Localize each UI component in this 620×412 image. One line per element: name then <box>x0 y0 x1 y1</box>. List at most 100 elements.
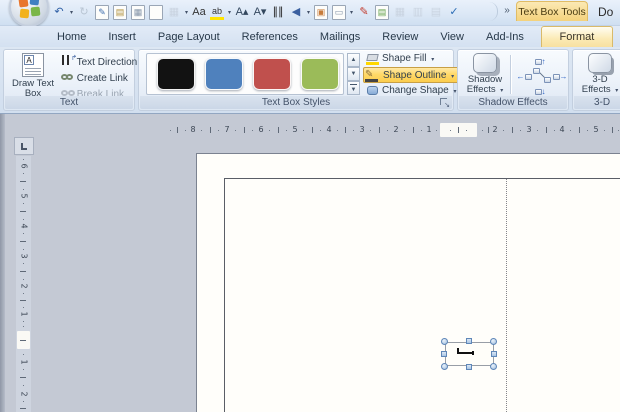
shadow-effects-button[interactable]: Shadow Effects <box>462 52 508 98</box>
shape-arrow-icon[interactable]: ◀ <box>289 4 303 20</box>
ruler-dot <box>23 326 24 327</box>
document-icon[interactable]: ▤ <box>429 4 443 20</box>
shape-arrow-icon-dropdown[interactable]: ▾ <box>305 9 312 16</box>
style-swatch-blue[interactable] <box>205 58 243 90</box>
tab-review[interactable]: Review <box>371 27 429 48</box>
distribute-icon[interactable]: ∥∥ <box>271 4 285 20</box>
3d-effects-button[interactable]: 3-D Effects <box>577 52 620 98</box>
textbox-handle-bottom-left[interactable] <box>441 363 448 370</box>
ruler-dot <box>23 321 24 322</box>
ruler-tick <box>579 127 580 133</box>
textbox-handle-top-left[interactable] <box>441 338 448 345</box>
ruler-tick <box>20 181 26 182</box>
style-swatch-green[interactable] <box>301 58 339 90</box>
change-case-icon[interactable]: Aa <box>192 4 206 20</box>
highlight-icon-dropdown[interactable]: ▾ <box>226 9 233 16</box>
tab-home[interactable]: Home <box>46 27 97 48</box>
print-icon[interactable]: ▦ <box>131 4 145 20</box>
shrink-font-icon[interactable]: A▾ <box>253 4 267 20</box>
textbox-handle-bottom[interactable] <box>466 364 472 370</box>
textbox-handle-bottom-right[interactable] <box>490 363 497 370</box>
undo-icon[interactable]: ↶ <box>52 4 66 20</box>
ruler-tick <box>244 127 245 133</box>
undo-icon-dropdown[interactable]: ▾ <box>68 9 75 16</box>
ruler-tick <box>20 271 26 272</box>
tab-add-ins[interactable]: Add-Ins <box>475 27 535 48</box>
tab-insert[interactable]: Insert <box>97 27 147 48</box>
create-link-icon <box>60 71 74 86</box>
table-icon-dropdown[interactable]: ▾ <box>183 9 190 16</box>
spelling-check-icon[interactable]: ✓ <box>447 4 461 20</box>
ruler-num: 5 <box>19 193 29 199</box>
nudge-shadow-left-button[interactable]: ← <box>514 68 534 83</box>
document-area: 8 7 6 5 4 3 2 1 2 3 4 5 6 5 4 3 2 1 1 2 <box>0 114 620 412</box>
ruler-dot <box>303 130 304 131</box>
insert-rows-icon[interactable]: ▦ <box>393 4 407 20</box>
nudge-shadow-right-button[interactable]: → <box>550 68 570 83</box>
print-preview-icon[interactable]: ▤ <box>113 4 127 20</box>
picture-icon[interactable]: ▣ <box>314 4 328 20</box>
ruler-dot <box>201 130 202 131</box>
grow-font-icon[interactable]: A▴ <box>235 4 249 20</box>
ruler-num: 1 <box>426 125 432 134</box>
ruler-num: 2 <box>19 391 29 397</box>
dialog-launcher-icon[interactable] <box>440 98 450 109</box>
selected-text-box[interactable] <box>445 342 494 366</box>
highlight-icon[interactable]: ab <box>210 5 224 20</box>
tab-mailings[interactable]: Mailings <box>309 27 371 48</box>
gallery-more-button[interactable]: ▼ <box>347 81 360 95</box>
group-text: A Draw Text Box Text Direction Create Li… <box>3 49 137 111</box>
new-document-icon[interactable] <box>149 4 163 20</box>
notes-icon[interactable]: ▤ <box>375 4 389 20</box>
group-label-shadow-effects: Shadow Effects <box>459 96 567 109</box>
edit-document-icon[interactable]: ✎ <box>95 4 109 20</box>
ruler-dot <box>554 130 555 131</box>
group-label-text: Text <box>5 96 133 109</box>
textbox-handle-left[interactable] <box>441 351 447 357</box>
textbox-handle-top[interactable] <box>466 338 472 344</box>
office-logo-square <box>18 0 29 8</box>
tab-page-layout[interactable]: Page Layout <box>147 27 231 48</box>
ruler-dot <box>23 263 24 264</box>
office-button[interactable] <box>9 0 49 27</box>
text-frame-icon[interactable]: ▭ <box>332 4 346 20</box>
ribbon: A Draw Text Box Text Direction Create Li… <box>0 47 620 114</box>
shape-fill-button[interactable]: Shape Fill <box>365 51 453 67</box>
qat-endcap <box>488 2 498 21</box>
text-frame-icon-dropdown[interactable]: ▾ <box>348 9 355 16</box>
textbox-handle-top-right[interactable] <box>490 338 497 345</box>
gallery-scroll: ▲ ▼ ▼ <box>347 53 361 96</box>
shape-outline-button[interactable]: ✎ Shape Outline <box>363 67 459 83</box>
quick-access-toolbar: ↶ ▾ ↻ ✎ ▤ ▦ ▦ ▾ Aa ab ▾ A▴ A▾ ∥∥ ◀ ▾ ▣ ▭ ▾ ✎ ▤ ▦ ▥ ▤ ✓ <box>50 2 463 22</box>
table-border-left <box>224 178 225 412</box>
style-swatch-red[interactable] <box>253 58 291 90</box>
window-left-edge <box>0 114 5 412</box>
horizontal-ruler: 8 7 6 5 4 3 2 1 2 3 4 5 <box>0 122 620 138</box>
draw-text-box-button[interactable]: A Draw Text Box <box>10 52 56 99</box>
ruler-dot <box>218 130 219 131</box>
shape-fill-icon <box>366 53 380 65</box>
gallery-scroll-up-button[interactable]: ▲ <box>347 53 360 67</box>
gallery-scroll-down-button[interactable]: ▼ <box>347 67 360 81</box>
ruler-dot <box>23 293 24 294</box>
ruler-dot <box>23 369 24 370</box>
repeat-icon[interactable]: ↻ <box>77 4 91 20</box>
ruler-dot <box>353 130 354 131</box>
tab-format[interactable]: Format <box>540 26 613 47</box>
shadow-on-off-button[interactable] <box>532 68 552 83</box>
insert-columns-icon[interactable]: ▥ <box>411 4 425 20</box>
tab-references[interactable]: References <box>231 27 309 48</box>
ruler-dot <box>387 130 388 131</box>
style-swatch-black[interactable] <box>157 58 195 90</box>
tab-view[interactable]: View <box>429 27 475 48</box>
textbox-handle-right[interactable] <box>491 351 497 357</box>
table-icon[interactable]: ▦ <box>167 4 181 20</box>
red-pen-icon[interactable]: ✎ <box>357 4 371 20</box>
create-link-button[interactable]: Create Link <box>60 71 134 86</box>
text-direction-button[interactable]: Text Direction <box>60 51 137 70</box>
ruler-num: 7 <box>224 125 230 134</box>
ruler-num: 4 <box>19 223 29 229</box>
nudge-shadow-up-button[interactable]: ↑ <box>530 53 550 68</box>
tab-stop-selector[interactable] <box>14 137 34 155</box>
qat-overflow-button[interactable]: » <box>500 4 514 20</box>
